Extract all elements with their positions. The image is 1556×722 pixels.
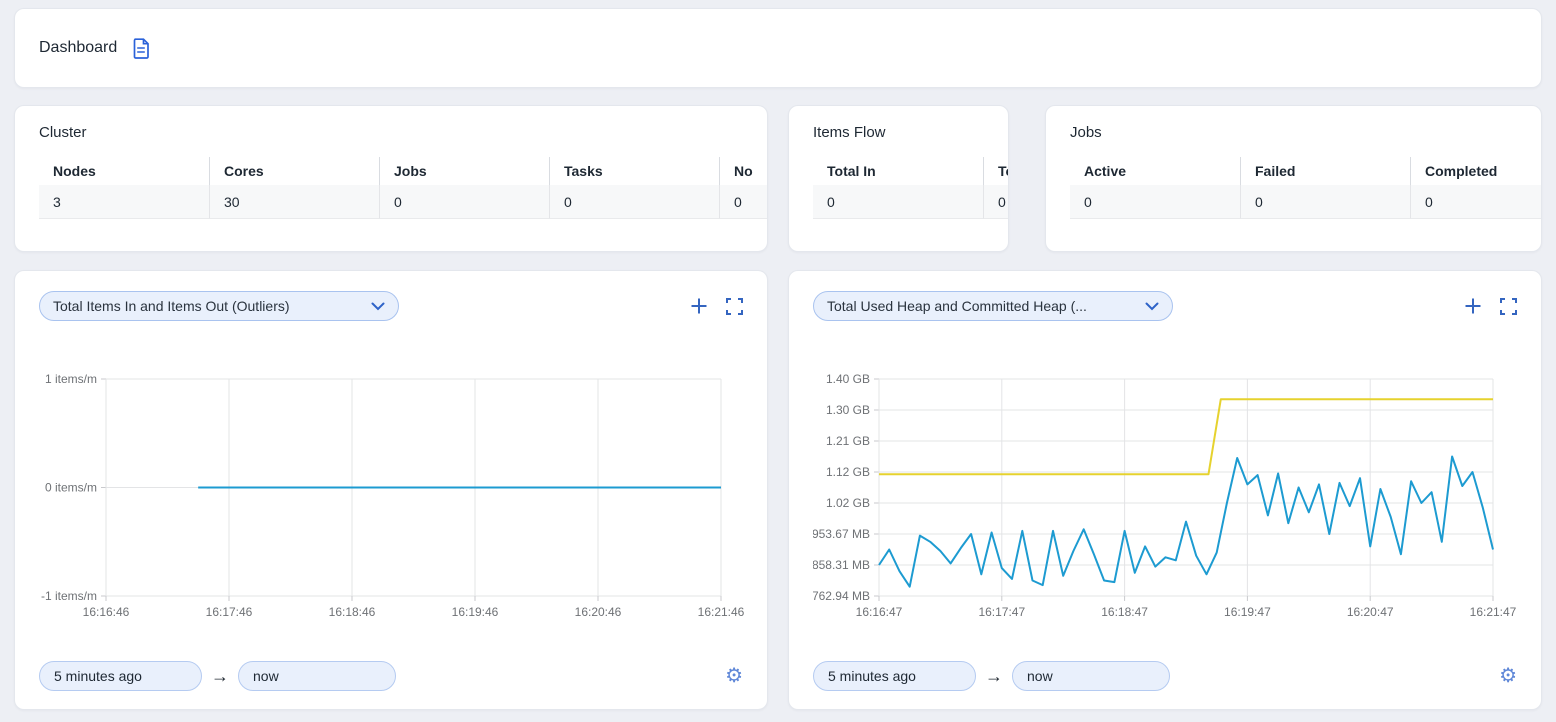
card-title: Cluster [39,124,767,141]
add-widget-button[interactable] [690,297,708,315]
chart-header: Total Items In and Items Out (Outliers) [39,291,743,321]
time-to-input[interactable]: now [1012,661,1170,691]
stat-col-cores: Cores 30 [209,157,379,219]
stat-header: Total In [813,157,983,185]
stat-header: Tasks [549,157,719,185]
fullscreen-button[interactable] [726,298,743,315]
stat-value: 0 [813,185,983,219]
time-to-input[interactable]: now [238,661,396,691]
card-title: Items Flow [813,124,1008,141]
metric-dropdown[interactable]: Total Items In and Items Out (Outliers) [39,291,399,321]
page-title: Dashboard [39,39,117,57]
jobs-card: Jobs Active 0 Failed 0 Completed 0 [1045,105,1542,252]
stat-header: To [983,157,1009,185]
svg-text:1.02 GB: 1.02 GB [826,496,870,510]
stat-header: Jobs [379,157,549,185]
stat-header: No [719,157,768,185]
svg-text:-1 items/m: -1 items/m [41,589,97,603]
time-from-input[interactable]: 5 minutes ago [39,661,202,691]
svg-text:16:17:46: 16:17:46 [206,605,253,619]
heap-chart-card: Total Used Heap and Committed Heap (... … [788,270,1542,710]
stat-col-active: Active 0 [1070,157,1240,219]
stat-col-completed: Completed 0 [1410,157,1542,219]
stat-value: 0 [1240,185,1410,219]
items-flow-card: Items Flow Total In 0 To 0 [788,105,1009,252]
stat-header: Failed [1240,157,1410,185]
svg-text:0 items/m: 0 items/m [45,481,97,495]
stat-value: 0 [719,185,768,219]
chevron-down-icon [371,302,385,311]
arrow-right-icon: → [211,666,229,687]
metric-dropdown-label: Total Items In and Items Out (Outliers) [53,298,290,314]
stat-header: Cores [209,157,379,185]
stat-header: Nodes [39,157,209,185]
stat-value: 0 [379,185,549,219]
items-chart-card: Total Items In and Items Out (Outliers) … [14,270,768,710]
stat-value: 0 [1070,185,1240,219]
svg-text:1.12 GB: 1.12 GB [826,465,870,479]
metric-dropdown-label: Total Used Heap and Committed Heap (... [827,298,1087,314]
stat-col-tasks: Tasks 0 [549,157,719,219]
svg-text:1.21 GB: 1.21 GB [826,434,870,448]
stat-col-total-in: Total In 0 [813,157,983,219]
stat-value: 30 [209,185,379,219]
chevron-down-icon [1145,302,1159,311]
stat-header: Active [1070,157,1240,185]
svg-text:16:21:46: 16:21:46 [698,605,745,619]
svg-text:16:19:47: 16:19:47 [1224,605,1271,619]
svg-text:16:16:46: 16:16:46 [83,605,130,619]
svg-text:16:18:47: 16:18:47 [1101,605,1148,619]
dashboard-page: { "topbar": { "title": "Dashboard" }, "c… [0,0,1556,722]
stat-value: 3 [39,185,209,219]
svg-text:16:17:47: 16:17:47 [978,605,1025,619]
settings-gear-button[interactable]: ⚙ [725,666,743,686]
arrow-right-icon: → [985,666,1003,687]
svg-text:16:21:47: 16:21:47 [1470,605,1517,619]
cluster-stats-table: Nodes 3 Cores 30 Jobs 0 Tasks 0 No 0 [39,157,767,219]
items-flow-stats-table: Total In 0 To 0 [813,157,1008,219]
stat-col-nodes: Nodes 3 [39,157,209,219]
stat-col-jobs: Jobs 0 [379,157,549,219]
svg-text:1 items/m: 1 items/m [45,372,97,386]
card-title: Jobs [1070,124,1541,141]
chart-header: Total Used Heap and Committed Heap (... [813,291,1517,321]
svg-text:1.30 GB: 1.30 GB [826,403,870,417]
time-from-input[interactable]: 5 minutes ago [813,661,976,691]
stat-col-failed: Failed 0 [1240,157,1410,219]
svg-text:858.31 MB: 858.31 MB [813,558,870,572]
svg-text:953.67 MB: 953.67 MB [813,527,870,541]
stat-col-clipped: To 0 [983,157,1009,219]
stat-col-clipped: No 0 [719,157,768,219]
items-chart: 1 items/m 0 items/m -1 items/m 16:16:46 16:1… [39,371,743,631]
fullscreen-button[interactable] [1500,298,1517,315]
jobs-stats-table: Active 0 Failed 0 Completed 0 [1070,157,1541,219]
metric-dropdown[interactable]: Total Used Heap and Committed Heap (... [813,291,1173,321]
svg-text:16:19:46: 16:19:46 [452,605,499,619]
topbar: Dashboard [14,8,1542,88]
cluster-card: Cluster Nodes 3 Cores 30 Jobs 0 Tasks 0 … [14,105,768,252]
document-icon[interactable] [131,37,151,59]
chart-footer: 5 minutes ago → now ⚙ [813,661,1517,691]
stat-value: 0 [1410,185,1542,219]
svg-text:762.94 MB: 762.94 MB [813,589,870,603]
svg-text:16:16:47: 16:16:47 [856,605,903,619]
svg-text:1.40 GB: 1.40 GB [826,372,870,386]
svg-text:16:20:46: 16:20:46 [575,605,622,619]
stat-value: 0 [549,185,719,219]
svg-text:16:18:46: 16:18:46 [329,605,376,619]
stat-value: 0 [983,185,1009,219]
heap-chart: 1.40 GB 1.30 GB 1.21 GB 1.12 GB 1.02 GB 953.6… [813,371,1517,631]
chart-footer: 5 minutes ago → now ⚙ [39,661,743,691]
add-widget-button[interactable] [1464,297,1482,315]
settings-gear-button[interactable]: ⚙ [1499,666,1517,686]
svg-text:16:20:47: 16:20:47 [1347,605,1394,619]
stat-header: Completed [1410,157,1542,185]
